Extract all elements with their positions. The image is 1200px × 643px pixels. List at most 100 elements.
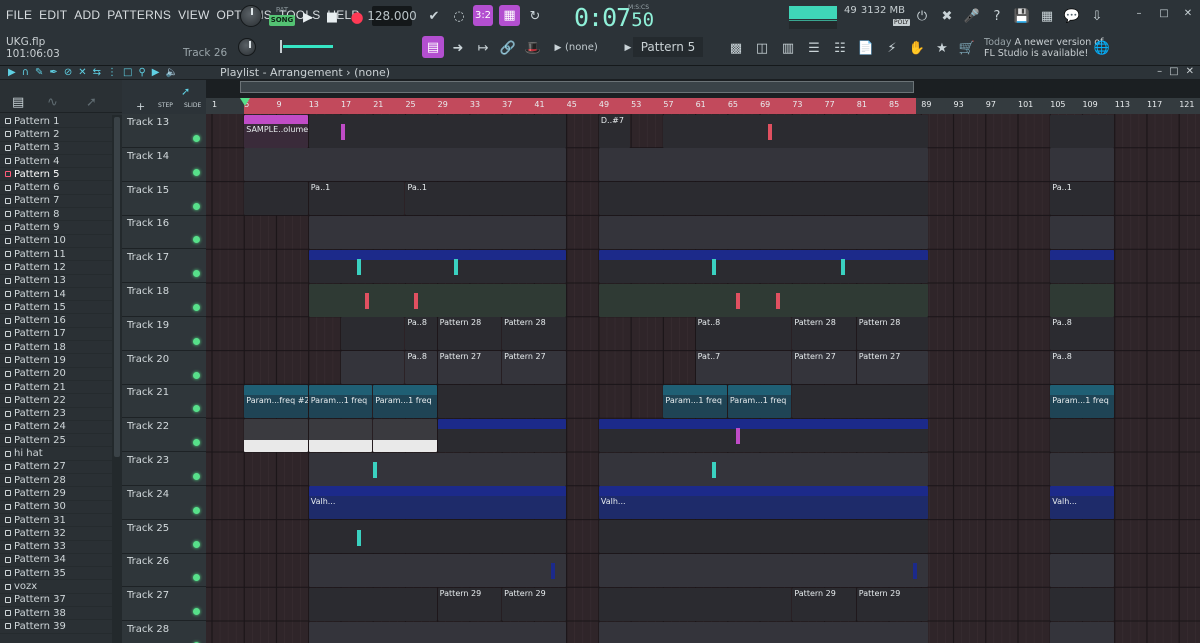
pattern-list-item[interactable]: Pattern 32 xyxy=(0,527,112,541)
playlist-clip[interactable] xyxy=(340,317,405,351)
menu-patterns[interactable]: PATTERNS xyxy=(107,8,171,22)
track-mute-led[interactable] xyxy=(193,506,200,514)
pattern-list-item[interactable]: Pattern 22 xyxy=(0,394,112,408)
playlist-clip[interactable] xyxy=(1050,283,1114,317)
playlist-clip[interactable]: Pattern 29 xyxy=(502,587,566,621)
track-mute-led[interactable] xyxy=(193,608,200,616)
help-icon[interactable]: ? xyxy=(987,6,1007,26)
playlist-clip[interactable] xyxy=(1050,520,1114,554)
playlist-clip[interactable] xyxy=(598,621,929,643)
plugin-icon[interactable]: ⚡ xyxy=(882,38,902,58)
track-header[interactable]: Track 21 xyxy=(122,384,206,419)
playlist-clip[interactable] xyxy=(598,587,792,621)
playlist-clip[interactable]: Pattern 27 xyxy=(502,351,566,385)
tools-icon[interactable]: ✖ xyxy=(937,6,957,26)
snap-icon[interactable]: ↦ xyxy=(473,38,493,58)
playlist-clip[interactable]: Pattern 28 xyxy=(856,317,929,351)
playlist-clip[interactable] xyxy=(598,148,929,182)
track-mute-led[interactable] xyxy=(193,439,200,447)
playlist-minimize-icon[interactable]: – xyxy=(1157,66,1162,77)
pattern-list-item[interactable]: Pattern 17 xyxy=(0,328,112,342)
slice-icon[interactable]: ⋮ xyxy=(107,67,117,78)
track-mute-led[interactable] xyxy=(193,168,200,176)
playlist-clip[interactable] xyxy=(792,384,929,418)
touch-icon[interactable]: ✋ xyxy=(907,38,927,58)
tempo-display[interactable]: 128.000 xyxy=(367,6,417,26)
track-header[interactable]: Track 26 xyxy=(122,553,206,588)
pattern-list-item[interactable]: Pattern 6 xyxy=(0,181,112,195)
track-mute-led[interactable] xyxy=(193,304,200,311)
master-pitch-slider[interactable] xyxy=(280,40,333,53)
track-header[interactable]: Track 15 xyxy=(122,182,206,216)
playlist-clip[interactable] xyxy=(598,520,929,554)
curve-icon[interactable]: ➚ xyxy=(181,85,190,98)
hat-icon[interactable]: 🎩 xyxy=(523,38,543,58)
link-icon[interactable]: 🔗 xyxy=(498,38,518,58)
playlist-clip[interactable] xyxy=(598,249,929,283)
pattern-list-item[interactable]: Pattern 13 xyxy=(0,275,112,288)
playlist-clip[interactable]: Param...freq #2 xyxy=(244,384,308,418)
playlist-clip[interactable] xyxy=(244,418,308,452)
playlist-clip[interactable]: Valh... xyxy=(598,486,929,520)
mute-icon[interactable]: ✕ xyxy=(78,67,86,78)
playlist-clip[interactable] xyxy=(244,182,308,216)
playback-icon[interactable]: ▶ xyxy=(152,67,160,78)
track-mute-led[interactable] xyxy=(193,270,200,278)
pattern-list-item[interactable]: Pattern 12 xyxy=(0,261,112,275)
audio-tab-icon[interactable]: ∿ xyxy=(47,95,58,110)
pattern-list-item[interactable]: Pattern 7 xyxy=(0,195,112,209)
master-volume-knob[interactable] xyxy=(240,5,262,27)
menu-file[interactable]: FILE xyxy=(6,8,32,22)
playlist-clip[interactable]: Pattern 27 xyxy=(856,351,929,385)
playlist-clip[interactable]: Pattern 28 xyxy=(437,317,502,351)
playlist-clip[interactable] xyxy=(598,215,929,249)
playlist-clip[interactable] xyxy=(308,114,566,148)
playlist-maximize-icon[interactable]: □ xyxy=(1169,66,1178,77)
playlist-clip[interactable] xyxy=(340,351,405,385)
track-header[interactable]: Track 24 xyxy=(122,486,206,520)
menu-add[interactable]: ADD xyxy=(74,8,100,22)
track-header[interactable]: Track 16 xyxy=(122,215,206,250)
maximize-icon[interactable]: □ xyxy=(1157,3,1171,23)
record-icon[interactable]: ● xyxy=(347,7,367,27)
save-icon[interactable]: 💾 xyxy=(1012,6,1032,26)
pattern-list-item[interactable]: Pattern 21 xyxy=(0,381,112,395)
wait-record-icon[interactable]: ◌ xyxy=(449,6,469,26)
pattern-list-item[interactable]: Pattern 27 xyxy=(0,461,112,475)
chat-icon[interactable]: 💬 xyxy=(1062,6,1082,26)
playlist-clip[interactable]: SAMPLE..olume xyxy=(244,114,308,148)
playhead-marker[interactable] xyxy=(240,98,250,106)
playlist-clip[interactable]: Param...1 freq xyxy=(308,384,373,418)
playlist-clip[interactable]: Pat..8 xyxy=(695,317,792,351)
playlist-clip[interactable]: Pat..7 xyxy=(695,351,792,385)
picker-scrollbar[interactable] xyxy=(112,115,122,643)
snap-selector[interactable]: (none) xyxy=(565,42,598,53)
playlist-clip[interactable] xyxy=(308,452,566,486)
arrow-icon[interactable]: ➜ xyxy=(448,38,468,58)
track-header[interactable]: Track 18 xyxy=(122,283,206,317)
playlist-window-icon[interactable]: ▩ xyxy=(726,38,746,58)
playlist-clip[interactable]: Pa..1 xyxy=(405,182,566,216)
pattern-list-item[interactable]: Pattern 39 xyxy=(0,620,112,634)
pattern-list-item[interactable]: Pattern 30 xyxy=(0,501,112,514)
playlist-close-icon[interactable]: ✕ xyxy=(1186,66,1194,77)
countdown-icon[interactable]: 3:2 xyxy=(473,5,493,26)
pattern-list-item[interactable]: Pattern 19 xyxy=(0,354,112,368)
playlist-clip[interactable] xyxy=(598,182,929,216)
minimize-icon[interactable]: – xyxy=(1132,3,1146,23)
playlist-clip[interactable] xyxy=(437,418,566,452)
playlist-clip[interactable] xyxy=(308,249,566,283)
pattern-list-item[interactable]: Pattern 20 xyxy=(0,368,112,381)
zoom-icon[interactable]: ⚲ xyxy=(138,67,145,78)
playlist-clip[interactable] xyxy=(663,114,929,148)
close-icon[interactable]: ✕ xyxy=(1181,3,1195,23)
track-header[interactable]: Track 25 xyxy=(122,520,206,554)
playlist-clip[interactable]: Pattern 29 xyxy=(792,587,856,621)
pattern-tab-icon[interactable]: ▤ xyxy=(12,95,24,110)
pattern-list-item[interactable]: Pattern 33 xyxy=(0,541,112,554)
pattern-list-item[interactable]: Pattern 35 xyxy=(0,567,112,581)
playlist-clip[interactable] xyxy=(1050,621,1114,643)
sliders-icon[interactable]: ☷ xyxy=(830,38,850,58)
pattern-list-item[interactable]: Pattern 10 xyxy=(0,235,112,248)
track-mute-led[interactable] xyxy=(193,473,200,480)
